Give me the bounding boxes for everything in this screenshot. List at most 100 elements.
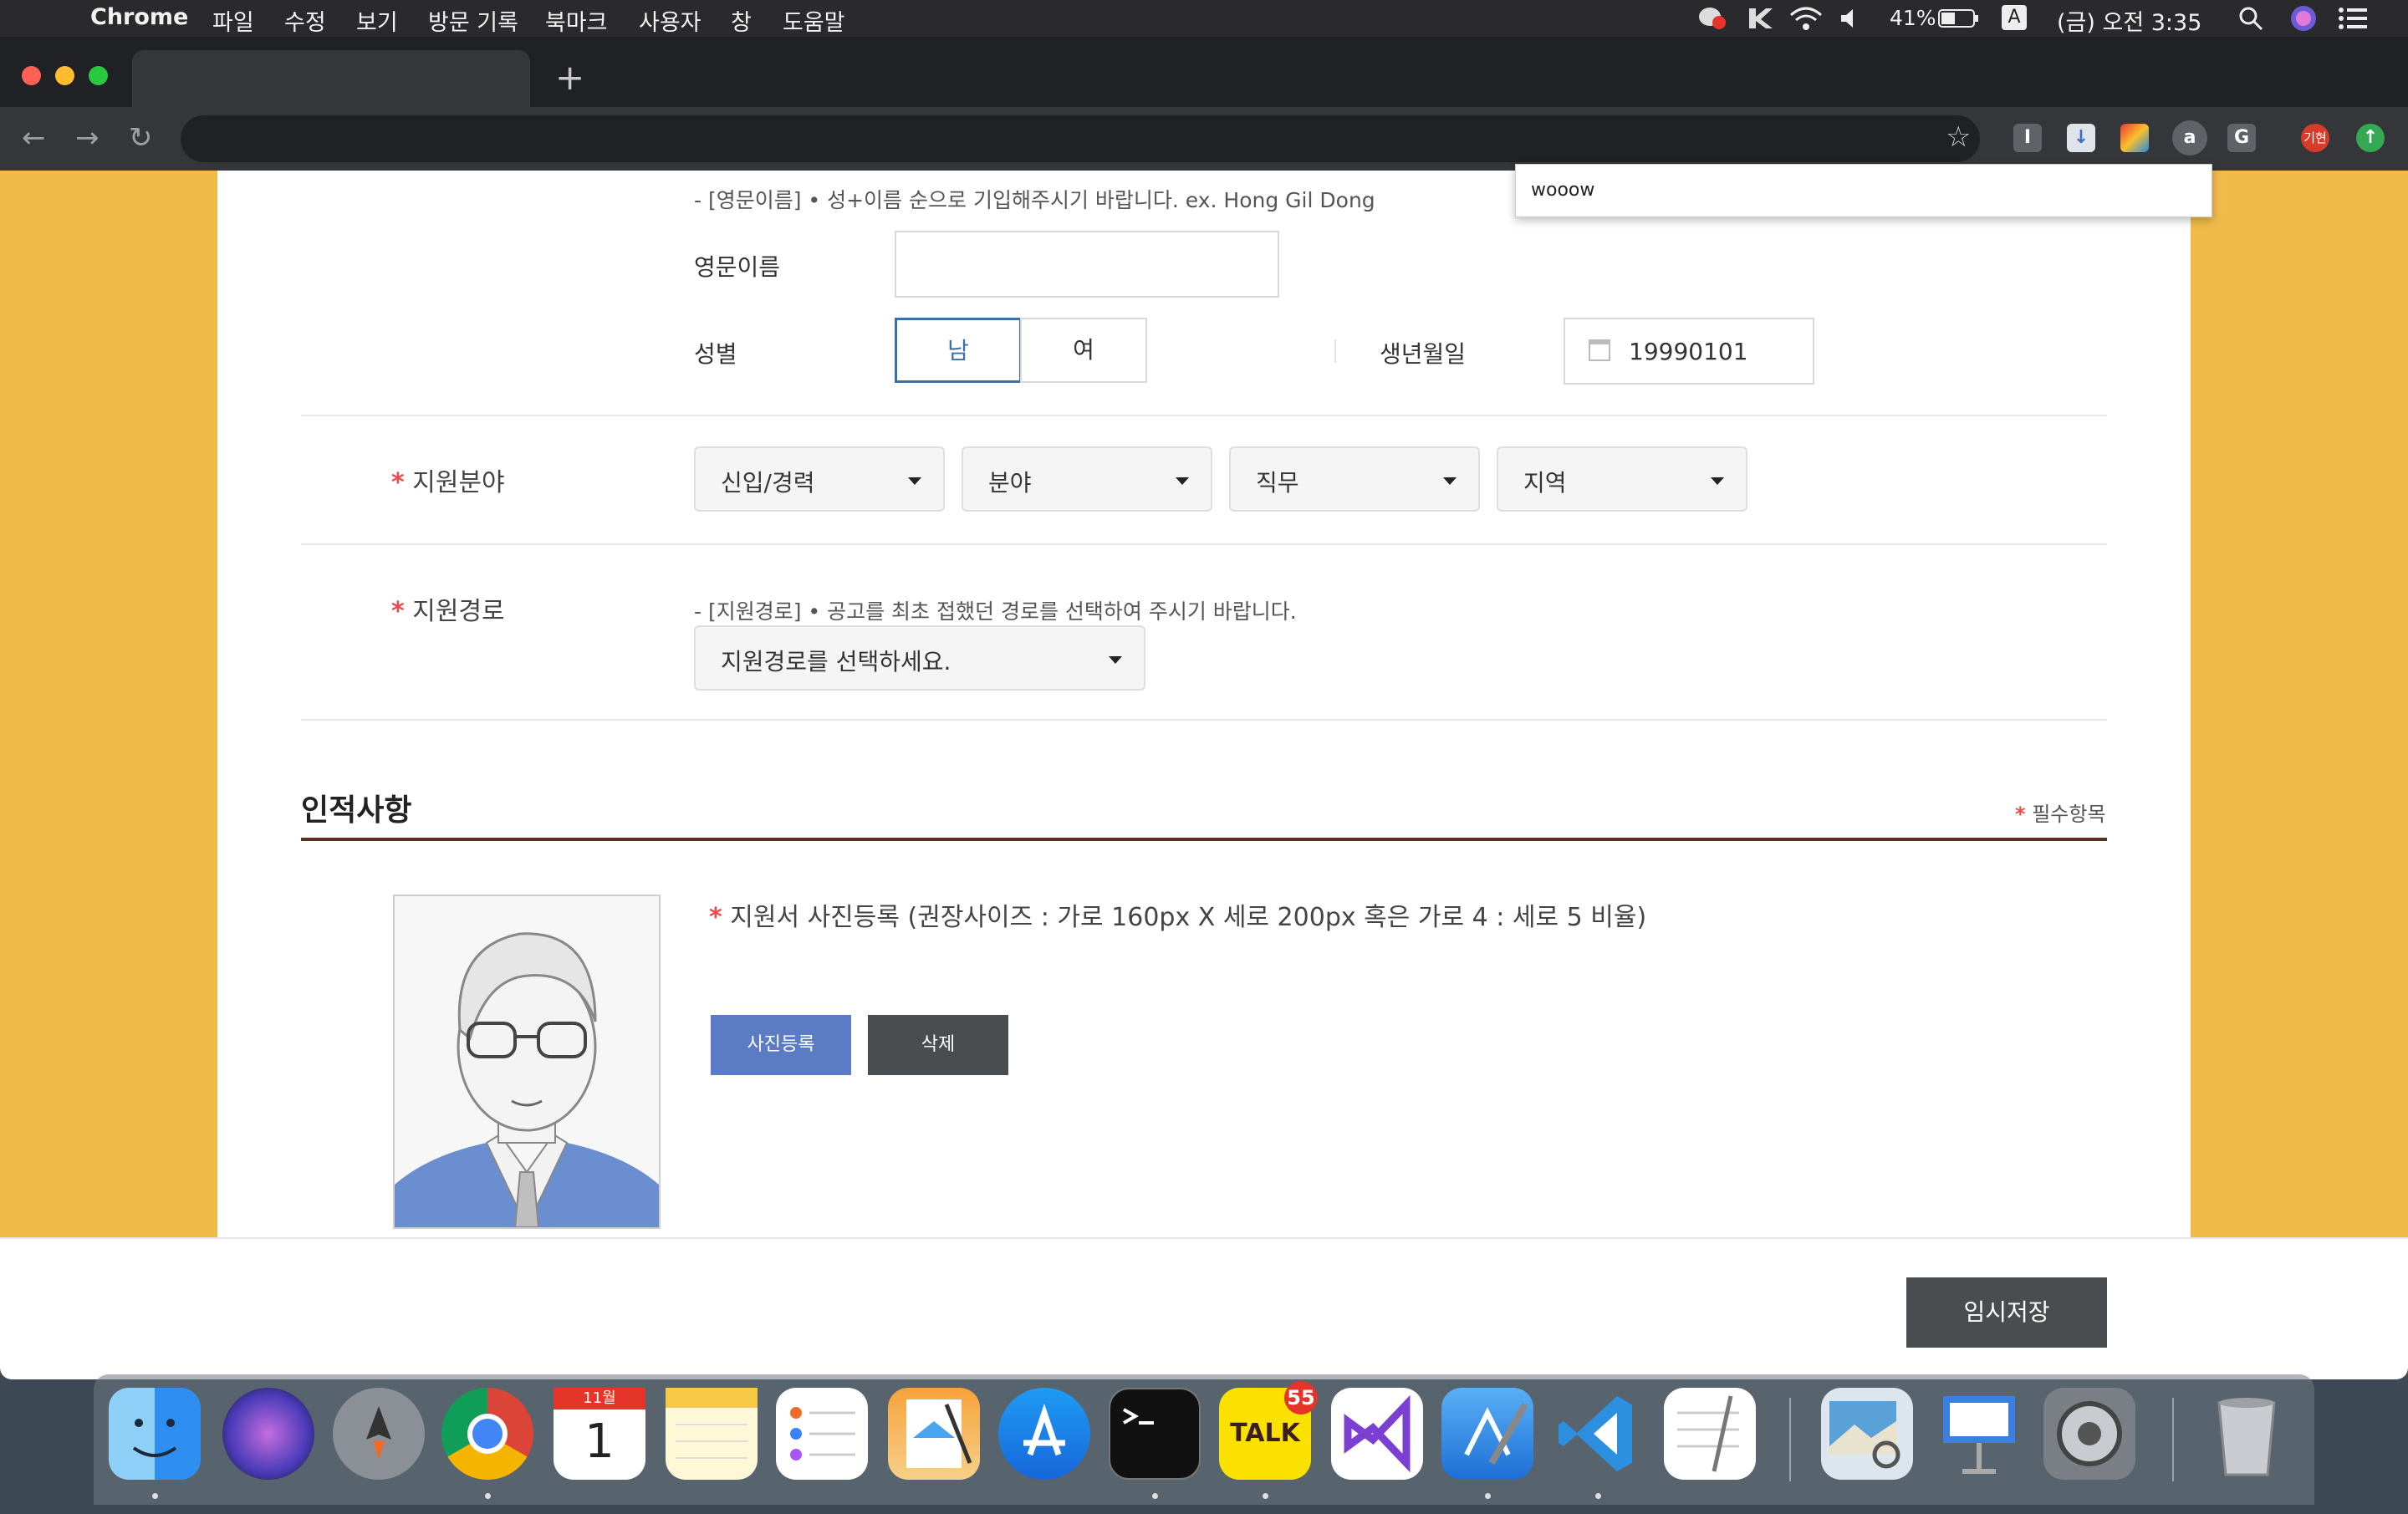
forward-icon[interactable]: →	[75, 121, 99, 155]
chevron-down-icon	[1443, 477, 1457, 485]
birth-date-label: 생년월일	[1380, 340, 1467, 368]
trash-icon[interactable]	[2201, 1388, 2293, 1480]
chrome-icon[interactable]	[441, 1388, 533, 1480]
row-divider	[301, 415, 2107, 416]
window-close-button[interactable]	[22, 66, 41, 85]
birth-date-value: 19990101	[1629, 338, 1748, 365]
temp-save-button[interactable]: 임시저장	[1906, 1277, 2107, 1348]
row-divider	[301, 543, 2107, 545]
chevron-down-icon	[908, 477, 921, 485]
finder-icon[interactable]	[109, 1388, 201, 1480]
visual-studio-icon[interactable]	[1331, 1388, 1423, 1480]
dock-separator	[1789, 1398, 1791, 1481]
select-job[interactable]: 직무	[1229, 446, 1480, 512]
running-indicator	[152, 1493, 158, 1499]
select-field[interactable]: 분야	[962, 446, 1212, 512]
update-icon[interactable]: ↑	[2356, 124, 2385, 152]
apply-field-label: * 지원분야	[391, 468, 505, 497]
reload-icon[interactable]: ↻	[129, 121, 153, 155]
apply-route-label: * 지원경로	[391, 597, 505, 626]
window-minimize-button[interactable]	[55, 66, 74, 85]
gender-male-button[interactable]: 남	[895, 318, 1022, 383]
battery-icon[interactable]	[1938, 8, 1980, 34]
running-indicator	[1263, 1493, 1268, 1499]
extension-color-icon[interactable]	[2120, 124, 2149, 152]
english-name-input[interactable]	[895, 231, 1279, 298]
select-career-type[interactable]: 신입/경력	[694, 446, 945, 512]
running-indicator	[485, 1493, 491, 1499]
gender-label: 성별	[694, 340, 737, 368]
textedit-icon[interactable]	[1664, 1388, 1756, 1480]
xcode-icon[interactable]	[1441, 1388, 1533, 1480]
app-store-icon[interactable]	[998, 1388, 1090, 1480]
chevron-down-icon	[1711, 477, 1724, 485]
apply-route-note: - [지원경로] • 공고를 최초 접했던 경로를 선택하여 주시기 바랍니다.	[694, 599, 1297, 624]
volume-icon[interactable]	[1838, 7, 1861, 36]
notification-icon[interactable]	[1697, 5, 1726, 30]
pages-icon[interactable]	[888, 1388, 980, 1480]
menu-item-bookmarks[interactable]: 북마크	[545, 4, 608, 37]
photo-upload-button[interactable]: 사진등록	[711, 1015, 851, 1075]
section-divider	[301, 838, 2107, 841]
calendar-icon	[1589, 339, 1610, 361]
menu-item-file[interactable]: 파일	[212, 4, 254, 37]
extension-a-icon[interactable]: a	[2172, 120, 2207, 155]
browser-tab[interactable]	[132, 50, 530, 107]
running-indicator	[1152, 1493, 1158, 1499]
chevron-down-icon	[1109, 656, 1122, 664]
birth-date-input[interactable]: 19990101	[1564, 318, 1814, 385]
siri-icon[interactable]	[2289, 4, 2318, 38]
menu-item-people[interactable]: 사용자	[639, 4, 701, 37]
avatar-illustration-icon	[395, 932, 659, 1227]
notification-center-icon[interactable]	[2338, 7, 2368, 36]
select-apply-route[interactable]: 지원경로를 선택하세요.	[694, 625, 1145, 691]
new-tab-icon[interactable]: +	[555, 57, 584, 98]
extension-popup: wooow	[1515, 164, 2212, 217]
menu-item-history[interactable]: 방문 기록	[428, 4, 518, 37]
row-divider	[301, 719, 2107, 721]
gender-female-button[interactable]: 여	[1020, 318, 1147, 383]
window-zoom-button[interactable]	[89, 66, 108, 85]
siri-app-icon[interactable]	[222, 1388, 314, 1480]
kakaotalk-icon[interactable]: TALK 55	[1219, 1381, 1318, 1480]
input-source-indicator[interactable]: A	[2002, 5, 2027, 30]
terminal-icon[interactable]	[1109, 1388, 1201, 1480]
bookmark-star-icon[interactable]: ☆	[1946, 120, 1971, 154]
keynote-icon[interactable]	[1933, 1388, 2025, 1480]
personal-info-title: 인적사항	[301, 793, 412, 828]
required-fields-note: * 필수항목	[2015, 803, 2106, 826]
running-indicator	[1595, 1493, 1601, 1499]
english-name-note: - [영문이름] • 성+이름 순으로 기입해주시기 바랍니다. ex. Hon…	[694, 188, 1375, 212]
wifi-icon[interactable]	[1789, 5, 1823, 38]
extension-g-icon[interactable]: G	[2227, 124, 2256, 152]
calendar-icon[interactable]: 11월 1	[554, 1388, 645, 1480]
menu-clock[interactable]: (금) 오전 3:35	[2057, 4, 2201, 37]
popup-text: wooow	[1531, 180, 1595, 201]
preview-icon[interactable]	[1821, 1388, 1913, 1480]
vscode-icon[interactable]	[1552, 1388, 1644, 1480]
address-bar[interactable]	[181, 115, 1980, 162]
extension-download-icon[interactable]: ↓	[2067, 124, 2095, 152]
battery-percent: 41%	[1890, 6, 1936, 30]
reminders-icon[interactable]	[776, 1388, 868, 1480]
menu-item-edit[interactable]: 수정	[284, 4, 326, 37]
menu-item-help[interactable]: 도움말	[783, 4, 845, 37]
notes-icon[interactable]	[666, 1388, 758, 1480]
select-region[interactable]: 지역	[1497, 446, 1747, 512]
menu-app-name[interactable]: Chrome	[90, 4, 188, 30]
launchpad-icon[interactable]	[333, 1388, 425, 1480]
dock-separator	[2172, 1398, 2174, 1481]
menu-bar: Chrome 파일 수정 보기 방문 기록 북마크 사용자 창 도움말 41% …	[0, 0, 2408, 37]
field-divider	[1334, 339, 1336, 363]
back-icon[interactable]: ←	[22, 121, 46, 155]
spotlight-search-icon[interactable]	[2237, 5, 2264, 38]
menu-item-view[interactable]: 보기	[356, 4, 398, 37]
k-app-icon[interactable]	[1746, 5, 1774, 38]
system-preferences-icon[interactable]	[2043, 1388, 2135, 1480]
photo-delete-button[interactable]: 삭제	[868, 1015, 1008, 1075]
menu-item-window[interactable]: 창	[731, 4, 752, 37]
extension-i-icon[interactable]: I	[2013, 124, 2042, 152]
english-name-label: 영문이름	[694, 253, 781, 281]
profile-photo-placeholder	[393, 895, 661, 1229]
profile-avatar[interactable]: 기현	[2301, 124, 2329, 152]
